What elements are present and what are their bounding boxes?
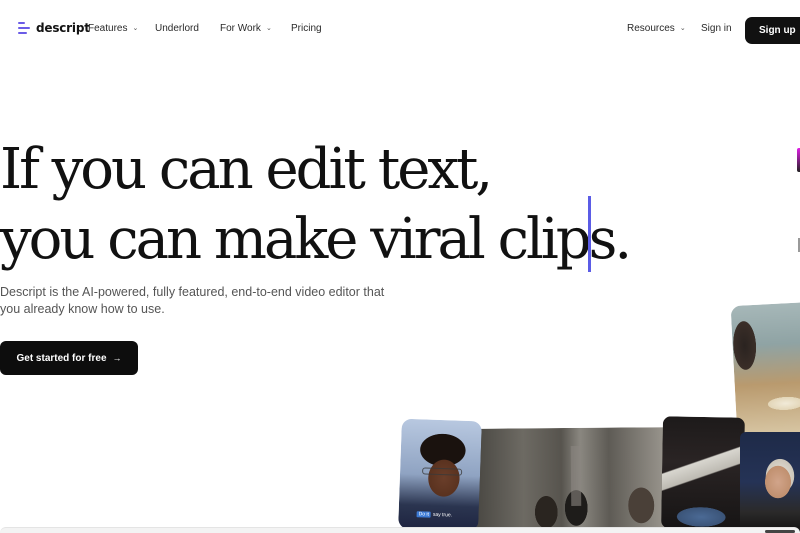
sign-up-button[interactable]: Sign up bbox=[745, 17, 800, 44]
nav-item-label: For Work bbox=[220, 23, 261, 34]
hero-subtitle: Descript is the AI-powered, fully featur… bbox=[0, 285, 385, 316]
cta-label: Get started for free bbox=[16, 352, 107, 364]
descript-logo[interactable]: descript bbox=[18, 21, 90, 35]
chevron-down-icon: ⌄ bbox=[679, 24, 686, 32]
nav-item-label: Underlord bbox=[155, 23, 199, 34]
video-thumbnail-headphones bbox=[740, 432, 800, 532]
caption-highlight: Do it bbox=[416, 511, 431, 518]
chevron-down-icon: ⌄ bbox=[265, 24, 272, 32]
text-cursor bbox=[588, 196, 591, 272]
nav-item-underlord[interactable]: Underlord bbox=[155, 23, 199, 34]
nav-item-label: Sign in bbox=[701, 23, 732, 34]
headline-line-2: you can make viral clips. bbox=[0, 207, 632, 272]
hero-headline: If you can edit text, you can make viral… bbox=[0, 135, 632, 275]
video-caption: Do it say true. bbox=[416, 511, 453, 519]
video-thumbnail-lamp bbox=[661, 416, 745, 530]
top-nav: descript Features ⌄ Underlord For Work ⌄… bbox=[0, 0, 800, 60]
video-thumbnail-podcast bbox=[475, 427, 667, 529]
nav-item-label: Pricing bbox=[291, 23, 322, 34]
nav-item-pricing[interactable]: Pricing bbox=[291, 23, 322, 34]
brand-name: descript bbox=[36, 21, 90, 35]
bottom-panel-edge bbox=[0, 527, 800, 533]
chevron-down-icon: ⌄ bbox=[132, 24, 139, 32]
sign-in-link[interactable]: Sign in bbox=[701, 23, 732, 34]
nav-item-features[interactable]: Features ⌄ bbox=[88, 23, 138, 34]
caption-text: say true. bbox=[432, 511, 453, 519]
glasses-shape bbox=[422, 467, 463, 476]
video-thumbnail-speaker: Do it say true. bbox=[398, 418, 482, 532]
nav-item-label: Features bbox=[88, 23, 128, 34]
descript-logo-icon bbox=[18, 21, 30, 35]
nav-item-label: Resources bbox=[627, 23, 675, 34]
podcast-backdrop bbox=[570, 445, 582, 506]
nav-item-for-work[interactable]: For Work ⌄ bbox=[220, 23, 272, 34]
nav-item-resources[interactable]: Resources ⌄ bbox=[627, 23, 686, 34]
headline-line-1: If you can edit text, bbox=[0, 137, 493, 202]
arrow-right-icon: → bbox=[112, 353, 122, 363]
get-started-button[interactable]: Get started for free → bbox=[0, 341, 138, 375]
